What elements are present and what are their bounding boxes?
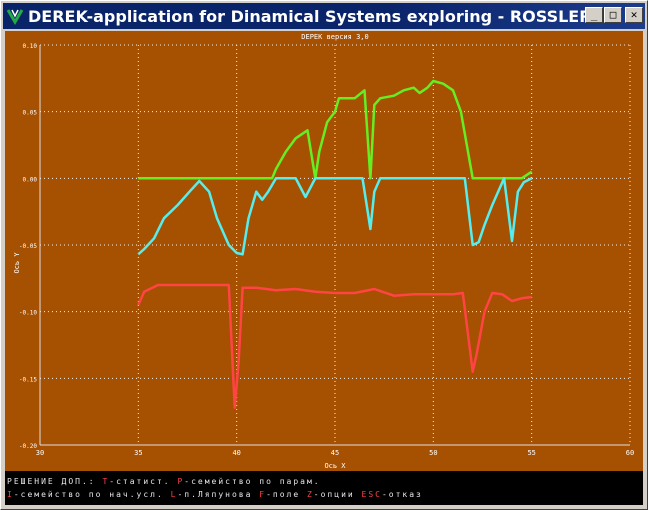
- y-axis-label: Ось Y: [13, 252, 21, 274]
- status-bar: РЕШЕНИЕ ДОП.: T-статист. P-семейство по …: [5, 475, 643, 505]
- hotkey-letter: ESC: [361, 490, 382, 499]
- status-text: -опции: [313, 490, 362, 499]
- y-tick-label: 0.00: [23, 176, 38, 183]
- window-title: DEREK-application for Dinamical Systems …: [28, 6, 588, 26]
- x-tick-label: 45: [331, 449, 339, 457]
- app-logo-icon: [6, 7, 24, 25]
- chart: 30 35 40 45 50 55 60 0.10 0.05 0.00 -0.05 -0.10 -0.1…: [13, 33, 634, 470]
- close-button[interactable]: ✕: [625, 7, 643, 23]
- maximize-button[interactable]: □: [604, 7, 622, 23]
- y-tick-label: -0.05: [19, 243, 37, 250]
- status-line-1: РЕШЕНИЕ ДОП.: T-статист. P-семейство по …: [7, 477, 321, 486]
- x-tick-label: 40: [232, 449, 240, 457]
- status-text: -семейство по нач.усл.: [13, 490, 171, 499]
- status-text: -п.Ляпунова: [177, 490, 260, 499]
- status-text: -отказ: [381, 490, 423, 499]
- status-text: -статист.: [109, 477, 178, 486]
- status-text: -поле: [266, 490, 307, 499]
- client-area: 30 35 40 45 50 55 60 0.10 0.05 0.00 -0.05 -0.10 -0.1…: [5, 31, 643, 505]
- status-text: РЕШЕНИЕ ДОП.:: [7, 477, 103, 486]
- hotkey-letter: I: [7, 490, 14, 499]
- x-axis-label: Ось X: [324, 462, 346, 470]
- x-tick-label: 60: [626, 449, 634, 457]
- y-tick-label: 0.05: [23, 110, 38, 117]
- y-tick-label: -0.10: [19, 310, 37, 317]
- x-tick-label: 50: [429, 449, 437, 457]
- hotkey-letter: Z: [306, 490, 314, 499]
- x-tick-label: 30: [36, 449, 44, 457]
- title-bar[interactable]: DEREK-application for Dinamical Systems …: [3, 3, 645, 29]
- y-tick-label: -0.15: [19, 376, 37, 383]
- x-tick-label: 55: [527, 449, 535, 457]
- status-text: -семейство по парам.: [184, 477, 321, 486]
- chart-title: DEPEK версия 3,0: [301, 33, 368, 41]
- y-tick-label: -0.20: [19, 443, 37, 450]
- plot-area[interactable]: 30 35 40 45 50 55 60 0.10 0.05 0.00 -0.05 -0.10 -0.1…: [5, 31, 643, 471]
- application-window: DEREK-application for Dinamical Systems …: [0, 0, 648, 510]
- minimize-button[interactable]: _: [585, 7, 603, 23]
- x-tick-label: 35: [134, 449, 142, 457]
- status-line-2: I-семейство по нач.усл. L-п.Ляпунова F-п…: [7, 490, 423, 499]
- y-tick-label: 0.10: [23, 43, 38, 50]
